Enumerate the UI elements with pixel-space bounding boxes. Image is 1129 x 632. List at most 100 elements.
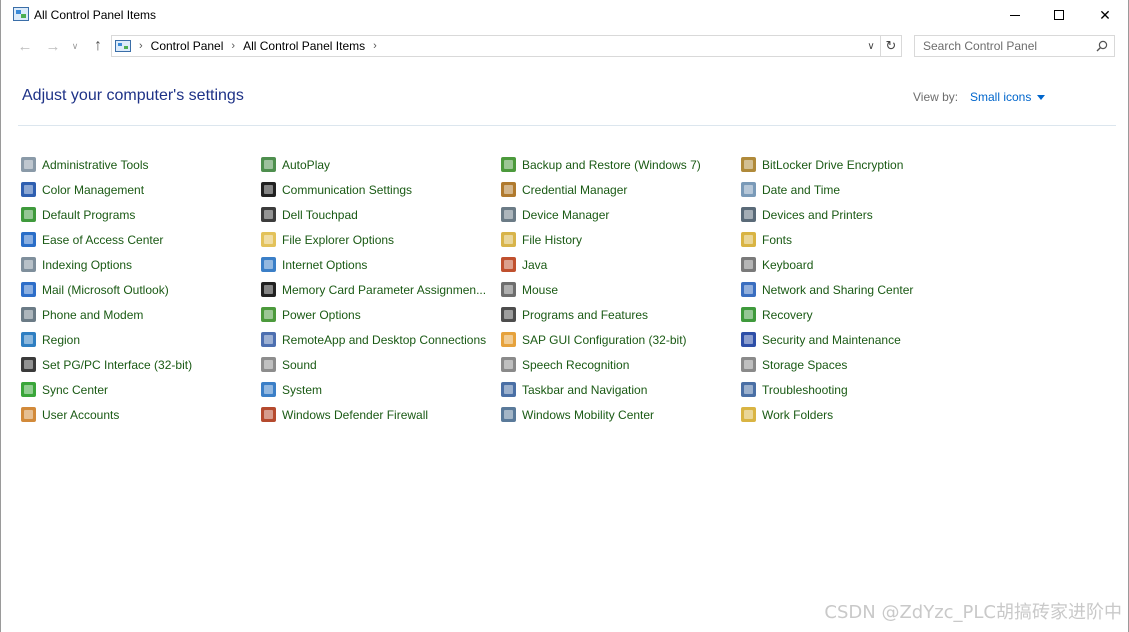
control-panel-item-power-options[interactable]: Power Options [261,302,501,327]
maximize-button[interactable] [1036,0,1082,30]
control-panel-item-region[interactable]: Region [21,327,261,352]
control-panel-item-color-management[interactable]: Color Management [21,177,261,202]
control-panel-item-phone-and-modem[interactable]: Phone and Modem [21,302,261,327]
user-accounts-icon [21,407,36,422]
forward-button[interactable]: → [43,36,63,56]
recovery-icon [741,307,756,322]
item-label: SAP GUI Configuration (32-bit) [522,332,687,347]
address-bar[interactable]: › Control Panel › All Control Panel Item… [111,35,881,57]
control-panel-item-troubleshooting[interactable]: Troubleshooting [741,377,981,402]
control-panel-item-user-accounts[interactable]: User Accounts [21,402,261,427]
item-label: Power Options [282,307,361,322]
item-label: Administrative Tools [42,157,149,172]
troubleshooting-icon [741,382,756,397]
item-label: Credential Manager [522,182,628,197]
item-label: Phone and Modem [42,307,144,322]
chevron-right-icon[interactable]: › [139,40,143,52]
control-panel-item-programs-and-features[interactable]: Programs and Features [501,302,741,327]
control-panel-item-communication-settings[interactable]: Communication Settings [261,177,501,202]
control-panel-item-dell-touchpad[interactable]: Dell Touchpad [261,202,501,227]
chevron-right-icon[interactable]: › [373,40,377,52]
control-panel-item-set-pg-pc-interface-32-bit[interactable]: Set PG/PC Interface (32-bit) [21,352,261,377]
control-panel-item-bitlocker-drive-encryption[interactable]: BitLocker Drive Encryption [741,152,981,177]
control-panel-item-work-folders[interactable]: Work Folders [741,402,981,427]
item-label: User Accounts [42,407,120,422]
control-panel-item-java[interactable]: Java [501,252,741,277]
control-panel-item-mouse[interactable]: Mouse [501,277,741,302]
control-panel-item-windows-defender-firewall[interactable]: Windows Defender Firewall [261,402,501,427]
control-panel-item-file-history[interactable]: File History [501,227,741,252]
search-box[interactable] [914,35,1115,57]
control-panel-item-credential-manager[interactable]: Credential Manager [501,177,741,202]
minimize-icon [1010,15,1020,16]
control-panel-item-sound[interactable]: Sound [261,352,501,377]
search-icon[interactable] [1096,40,1108,52]
item-label: Keyboard [762,257,814,272]
control-panel-item-mail-microsoft-outlook[interactable]: Mail (Microsoft Outlook) [21,277,261,302]
control-panel-icon [13,7,29,21]
bitlocker-drive-encryption-icon [741,157,756,172]
item-label: Recovery [762,307,813,322]
chevron-down-icon: ∨ [867,40,875,52]
control-panel-item-remoteapp-and-desktop-connections[interactable]: RemoteApp and Desktop Connections [261,327,501,352]
system-icon [261,382,276,397]
control-panel-item-sync-center[interactable]: Sync Center [21,377,261,402]
close-button[interactable]: ✕ [1082,0,1128,30]
breadcrumb-all-items[interactable]: All Control Panel Items [243,39,365,53]
control-panel-item-internet-options[interactable]: Internet Options [261,252,501,277]
address-dropdown-button[interactable]: ∨ [862,36,880,56]
item-label: Network and Sharing Center [762,282,914,297]
recent-locations-button[interactable]: ∨ [65,36,85,56]
control-panel-item-file-explorer-options[interactable]: File Explorer Options [261,227,501,252]
view-by-dropdown[interactable]: Small icons [970,90,1046,104]
control-panel-item-sap-gui-configuration-32-bit[interactable]: SAP GUI Configuration (32-bit) [501,327,741,352]
item-label: Mouse [522,282,559,297]
control-panel-item-keyboard[interactable]: Keyboard [741,252,981,277]
item-label: Work Folders [762,407,834,422]
search-input[interactable] [915,36,1090,56]
control-panel-item-storage-spaces[interactable]: Storage Spaces [741,352,981,377]
up-button[interactable]: ↑ [88,36,108,56]
breadcrumb-control-panel[interactable]: Control Panel [151,39,224,53]
control-panel-item-default-programs[interactable]: Default Programs [21,202,261,227]
control-panel-item-backup-and-restore-windows-7[interactable]: Backup and Restore (Windows 7) [501,152,741,177]
control-panel-item-administrative-tools[interactable]: Administrative Tools [21,152,261,177]
item-label: Troubleshooting [762,382,848,397]
control-panel-item-date-and-time[interactable]: Date and Time [741,177,981,202]
refresh-button[interactable]: ↻ [881,35,902,57]
control-panel-item-system[interactable]: System [261,377,501,402]
page-title: Adjust your computer's settings [22,87,244,104]
control-panel-item-fonts[interactable]: Fonts [741,227,981,252]
control-panel-window: All Control Panel Items ✕ ← → ∨ ↑ › Cont… [0,0,1129,632]
control-panel-item-taskbar-and-navigation[interactable]: Taskbar and Navigation [501,377,741,402]
speech-recognition-icon [501,357,516,372]
item-label: Sound [282,357,317,372]
control-panel-item-network-and-sharing-center[interactable]: Network and Sharing Center [741,277,981,302]
control-panel-item-security-and-maintenance[interactable]: Security and Maintenance [741,327,981,352]
control-panel-item-speech-recognition[interactable]: Speech Recognition [501,352,741,377]
control-panel-item-ease-of-access-center[interactable]: Ease of Access Center [21,227,261,252]
control-panel-item-device-manager[interactable]: Device Manager [501,202,741,227]
control-panel-item-windows-mobility-center[interactable]: Windows Mobility Center [501,402,741,427]
item-label: Backup and Restore (Windows 7) [522,157,701,172]
item-label: Mail (Microsoft Outlook) [42,282,169,297]
minimize-button[interactable] [992,0,1038,30]
control-panel-item-indexing-options[interactable]: Indexing Options [21,252,261,277]
set-pg-pc-interface-32-bit-icon [21,357,36,372]
item-label: File History [522,232,583,247]
back-button[interactable]: ← [15,36,35,56]
item-label: Dell Touchpad [282,207,358,222]
item-label: Color Management [42,182,145,197]
administrative-tools-icon [21,157,36,172]
control-panel-icon [115,40,131,52]
control-panel-item-memory-card-parameter-assignmen[interactable]: Memory Card Parameter Assignmen... [261,277,501,302]
keyboard-icon [741,257,756,272]
navigation-bar: ← → ∨ ↑ › Control Panel › All Control Pa… [1,34,1128,60]
programs-and-features-icon [501,307,516,322]
control-panel-item-recovery[interactable]: Recovery [741,302,981,327]
control-panel-item-devices-and-printers[interactable]: Devices and Printers [741,202,981,227]
control-panel-item-autoplay[interactable]: AutoPlay [261,152,501,177]
item-label: Windows Defender Firewall [282,407,429,422]
chevron-right-icon[interactable]: › [231,40,235,52]
color-management-icon [21,182,36,197]
